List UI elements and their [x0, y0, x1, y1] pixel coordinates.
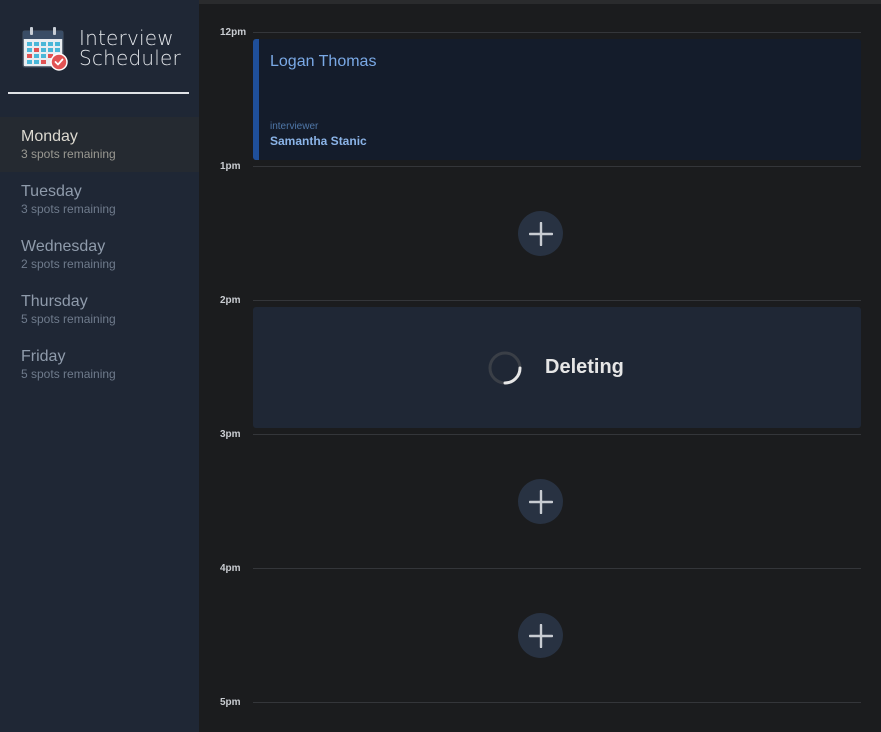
- day-spots: 5 spots remaining: [21, 367, 116, 381]
- day-spots: 3 spots remaining: [21, 147, 116, 161]
- add-appointment-button[interactable]: [518, 211, 563, 256]
- plus-icon: [528, 489, 553, 514]
- app-title-line2: Scheduler: [79, 46, 181, 70]
- schedule: 12pm Logan Thomas interviewer Samantha S…: [199, 0, 881, 732]
- time-label: 2pm: [220, 295, 241, 306]
- day-name: Monday: [21, 128, 78, 145]
- brand-divider: [8, 92, 189, 94]
- time-label: 1pm: [220, 161, 241, 172]
- student-name: Logan Thomas: [270, 53, 377, 70]
- slot-divider: [253, 434, 861, 435]
- day-list: Monday 3 spots remaining Tuesday 3 spots…: [0, 117, 199, 392]
- time-label: 5pm: [220, 697, 241, 708]
- day-name: Tuesday: [21, 183, 82, 200]
- day-name: Friday: [21, 348, 66, 365]
- slot-divider: [253, 702, 861, 703]
- app-title-line1: Interview: [79, 26, 174, 50]
- slot-3pm: 3pm: [199, 429, 881, 568]
- interviewer-label: interviewer: [270, 121, 319, 132]
- time-label: 3pm: [220, 429, 241, 440]
- slot-divider: [253, 32, 861, 33]
- plus-icon: [528, 221, 553, 246]
- appointment-card[interactable]: Logan Thomas interviewer Samantha Stanic: [253, 39, 861, 160]
- add-appointment-button[interactable]: [518, 613, 563, 658]
- time-label: 4pm: [220, 563, 241, 574]
- day-item-monday[interactable]: Monday 3 spots remaining: [0, 117, 199, 172]
- slot-1pm: 1pm: [199, 161, 881, 300]
- slot-4pm: 4pm: [199, 563, 881, 702]
- day-name: Wednesday: [21, 238, 106, 255]
- status-message: Deleting: [545, 356, 624, 378]
- day-item-tuesday[interactable]: Tuesday 3 spots remaining: [0, 172, 199, 227]
- status-card: Deleting: [253, 307, 861, 428]
- slot-12pm: 12pm Logan Thomas interviewer Samantha S…: [199, 27, 881, 166]
- spinner-icon: [488, 351, 522, 385]
- app-title: Interview Scheduler: [79, 28, 181, 68]
- day-item-wednesday[interactable]: Wednesday 2 spots remaining: [0, 227, 199, 282]
- slot-divider: [253, 568, 861, 569]
- slot-2pm: 2pm Deleting: [199, 295, 881, 434]
- interviewer-name: Samantha Stanic: [270, 134, 367, 148]
- sidebar: Interview Scheduler Monday 3 spots remai…: [0, 0, 199, 732]
- plus-icon: [528, 623, 553, 648]
- app: Interview Scheduler Monday 3 spots remai…: [0, 0, 881, 732]
- slot-5pm: 5pm: [199, 697, 881, 732]
- calendar-logo-icon: [22, 27, 68, 71]
- day-spots: 5 spots remaining: [21, 312, 116, 326]
- add-appointment-button[interactable]: [518, 479, 563, 524]
- day-spots: 3 spots remaining: [21, 202, 116, 216]
- day-name: Thursday: [21, 293, 88, 310]
- day-item-friday[interactable]: Friday 5 spots remaining: [0, 337, 199, 392]
- slot-divider: [253, 300, 861, 301]
- day-item-thursday[interactable]: Thursday 5 spots remaining: [0, 282, 199, 337]
- time-label: 12pm: [220, 27, 247, 38]
- slot-divider: [253, 166, 861, 167]
- brand: Interview Scheduler: [21, 26, 181, 72]
- day-spots: 2 spots remaining: [21, 257, 116, 271]
